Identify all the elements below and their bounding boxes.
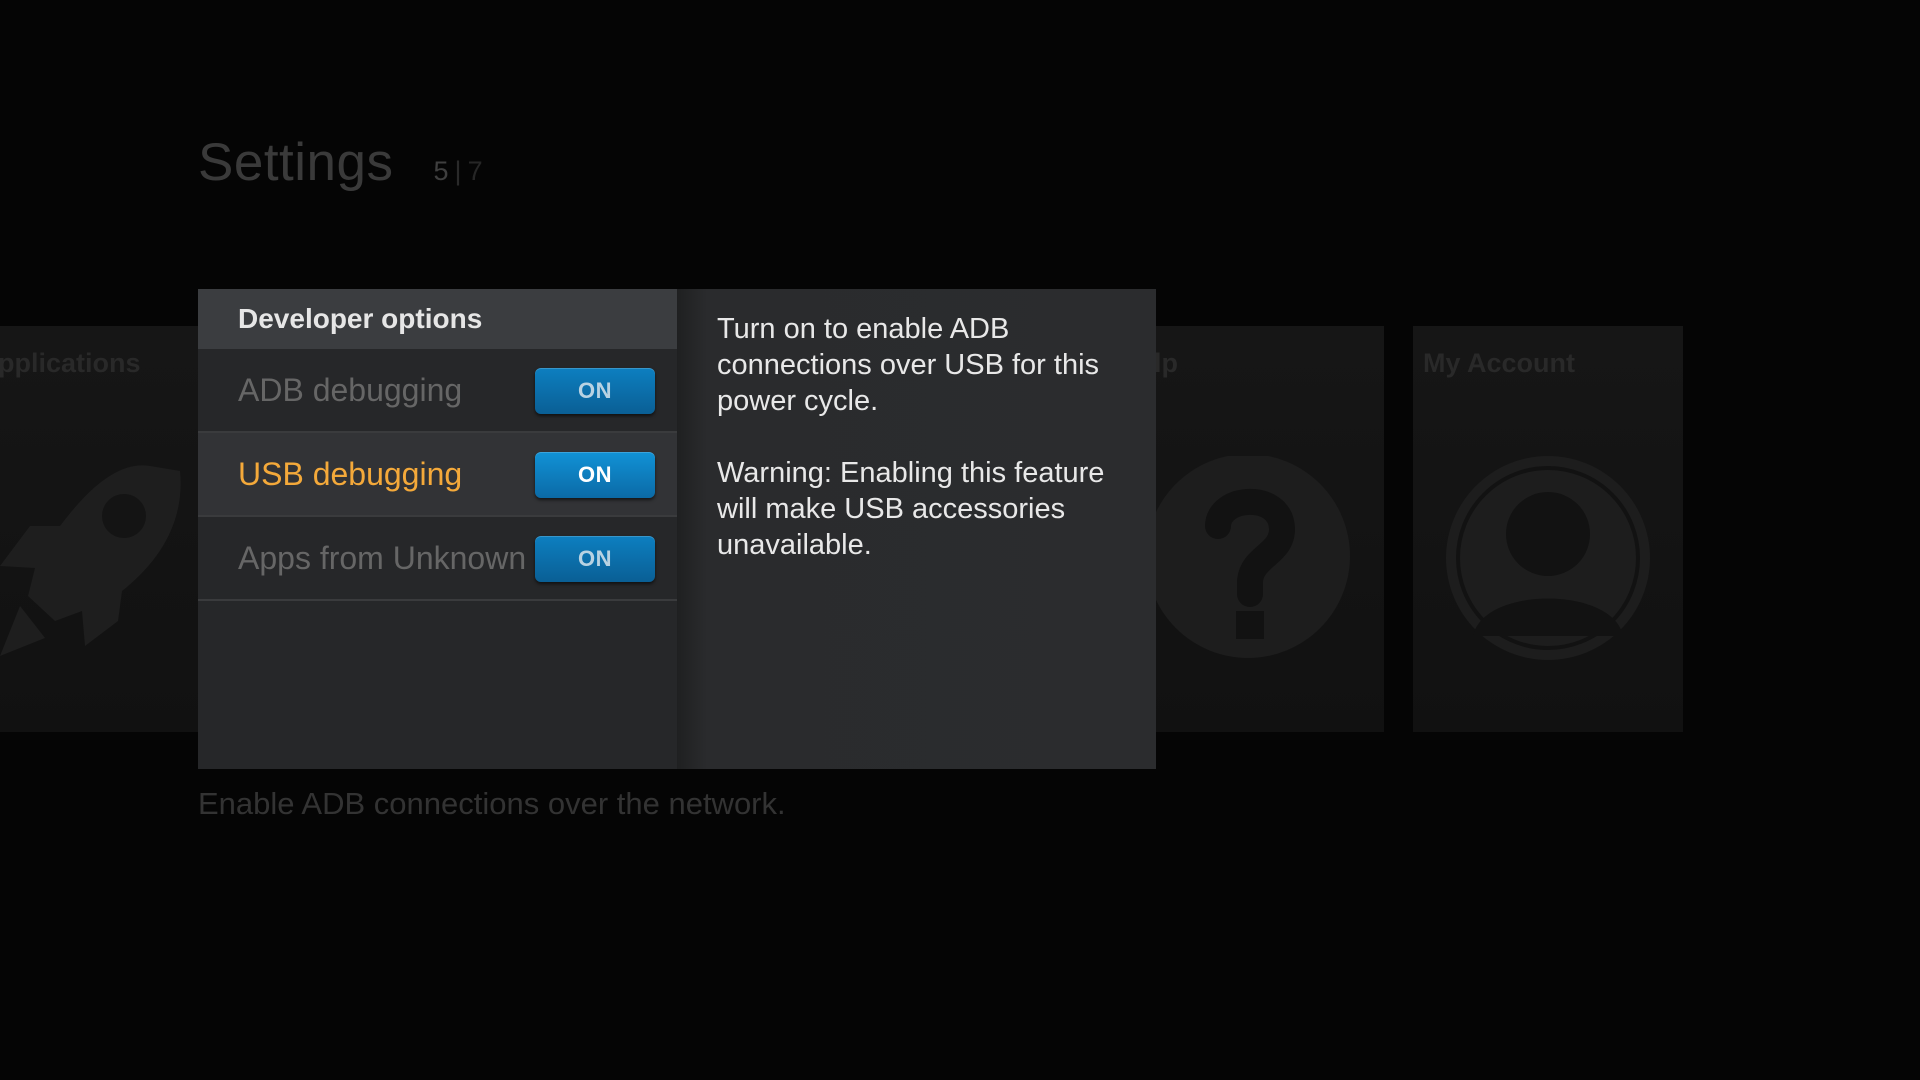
option-label: ADB debugging xyxy=(238,371,463,408)
option-usb-debugging[interactable]: USB debugging ON xyxy=(198,433,677,517)
usb-debugging-toggle[interactable]: ON xyxy=(535,452,655,498)
tile-label: My Account xyxy=(1423,348,1576,378)
description-text: Turn on to enable ADB connections over U… xyxy=(717,313,1100,417)
tile-applications[interactable]: pplications xyxy=(0,326,198,732)
help-icon xyxy=(1146,456,1350,658)
page-indicator: 5 | 7 xyxy=(434,156,483,187)
dialog-title: Developer options xyxy=(238,303,483,334)
page-total: 7 xyxy=(467,156,483,186)
tile-label: pplications xyxy=(0,348,141,378)
footer-hint: Enable ADB connections over the network. xyxy=(198,786,786,821)
description-panel: Turn on to enable ADB connections over U… xyxy=(677,289,1156,769)
page-header: Settings 5 | 7 xyxy=(198,132,483,193)
dialog-header: Developer options xyxy=(198,289,677,349)
page-separator: | xyxy=(454,156,462,186)
settings-screen: Settings 5 | 7 pplications lp My Account xyxy=(0,0,1920,1080)
option-label: USB debugging xyxy=(238,455,463,492)
page-current: 5 xyxy=(433,156,449,186)
tile-help[interactable]: lp xyxy=(1130,326,1384,732)
options-panel: Developer options ADB debugging ON USB d… xyxy=(198,289,677,769)
warning-text: Warning: Enabling this feature will make… xyxy=(717,457,1105,561)
unknown-sources-toggle[interactable]: ON xyxy=(535,536,655,582)
adb-debugging-toggle[interactable]: ON xyxy=(535,368,655,414)
developer-options-dialog: Developer options ADB debugging ON USB d… xyxy=(198,289,1156,769)
rocket-icon xyxy=(0,465,181,656)
tile-my-account[interactable]: My Account xyxy=(1413,326,1683,732)
account-icon xyxy=(1446,456,1650,660)
option-label: Apps from Unknown Sources xyxy=(238,539,528,576)
page-title: Settings xyxy=(198,133,394,192)
option-apps-unknown-sources[interactable]: Apps from Unknown Sources ON xyxy=(198,517,677,601)
option-adb-debugging[interactable]: ADB debugging ON xyxy=(198,349,677,433)
tile-label: lp xyxy=(1154,348,1178,378)
option-description: Turn on to enable ADB connections over U… xyxy=(677,289,1156,563)
